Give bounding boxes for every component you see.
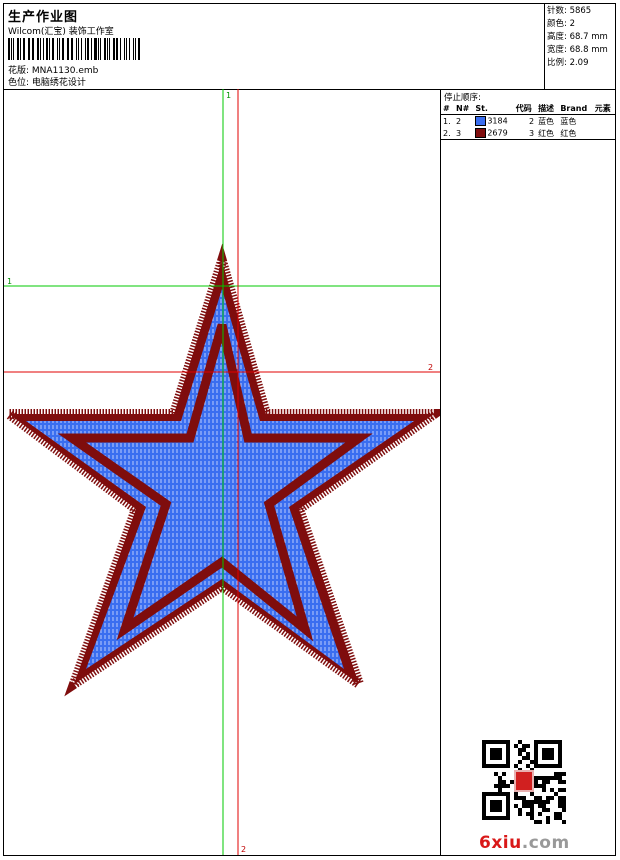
barcode-bar — [39, 38, 41, 60]
sheet-title: 生产作业图 — [8, 10, 79, 25]
barcode-bar — [113, 38, 115, 60]
barcode-bar — [13, 38, 14, 60]
col-code: 代码 — [513, 102, 537, 115]
col-index: # — [441, 102, 454, 115]
barcode — [8, 38, 143, 60]
row-description: 红色 — [536, 127, 559, 140]
barcode-bar — [32, 38, 34, 60]
barcode-bar — [76, 38, 77, 60]
col-stitches: St. — [473, 102, 514, 115]
barcode-bar — [29, 38, 30, 60]
row-index: 1. — [443, 116, 451, 126]
barcode-bar — [85, 38, 86, 60]
barcode-bar — [123, 38, 125, 60]
barcode-bar — [51, 38, 54, 60]
barcode-bar — [62, 38, 64, 60]
stop-sequence-table: # N# St. 代码 描述 Brand 元素 1. 2 3184 2 蓝色 蓝… — [441, 102, 615, 140]
barcode-bar — [104, 38, 106, 60]
qr-code-icon — [482, 740, 566, 824]
barcode-bar — [20, 38, 21, 60]
row-brand: 蓝色 — [560, 116, 577, 126]
col-brand: Brand — [558, 102, 593, 115]
barcode-bar — [119, 38, 121, 60]
design-width: 宽度: 68.8 mm — [547, 45, 608, 55]
barcode-bar — [66, 38, 68, 60]
design-canvas: 1 2 1 2 — [4, 89, 441, 855]
barcode-bar — [27, 38, 29, 60]
barcode-bar — [23, 38, 25, 60]
header-info: 生产作业图 Wilcom(汇宝) 装饰工作室 花版: MNA1130.emb 色… — [4, 4, 545, 89]
guide-label-v1: 1 — [226, 91, 231, 100]
guide-label-v2: 2 — [241, 845, 246, 854]
col-needle: N# — [453, 102, 474, 115]
barcode-bar — [46, 38, 48, 60]
barcode-bar — [42, 38, 44, 60]
row-needle: 2 — [455, 116, 462, 126]
watermark-domain: .com — [521, 833, 570, 853]
row-code: 3 — [513, 127, 537, 140]
barcode-bar — [80, 38, 83, 60]
barcode-bar — [109, 38, 110, 60]
barcode-bar — [135, 38, 136, 60]
stop-table-header: # N# St. 代码 描述 Brand 元素 — [441, 102, 615, 115]
guide-label-h2: 2 — [428, 363, 433, 372]
barcode-bar — [137, 38, 140, 60]
barcode-bar — [128, 38, 130, 60]
barcode-bar — [132, 38, 134, 60]
barcode-bar — [58, 38, 60, 60]
row-stitches: 2679 — [487, 128, 508, 138]
color-swatch — [475, 128, 487, 138]
row-code: 2 — [528, 116, 535, 126]
color-position-label: 色位: — [8, 78, 30, 88]
barcode-bar — [8, 38, 10, 60]
stop-sequence-title: 停止顺序: — [444, 93, 481, 103]
barcode-bar — [10, 38, 12, 60]
barcode-bar — [78, 38, 79, 60]
site-watermark: 6xiu.com — [479, 833, 570, 853]
barcode-bar — [68, 38, 69, 60]
color-position-row: 色位: 电脑绣花设计 — [8, 75, 86, 88]
barcode-bar — [126, 38, 127, 60]
row-stitches: 3184 — [487, 116, 508, 126]
star-embroidery: 1 2 1 2 — [4, 89, 440, 855]
color-position-value: 电脑绣花设计 — [31, 78, 86, 88]
barcode-bar — [90, 38, 92, 60]
barcode-bar — [71, 38, 74, 60]
row-stitches-cell: 2679 — [473, 127, 514, 140]
row-stitches-cell: 3184 — [473, 115, 513, 128]
col-element: 元素 — [592, 102, 615, 115]
row-needle: 3 — [453, 127, 474, 140]
barcode-bar — [115, 38, 118, 60]
design-scale: 比例: 2.09 — [547, 58, 589, 68]
guide-label-h1: 1 — [7, 277, 12, 286]
table-row: 2. 3 2679 3 红色 红色 — [441, 127, 615, 140]
row-element — [592, 127, 615, 140]
col-description: 描述 — [536, 102, 559, 115]
barcode-bar — [56, 38, 58, 60]
stop-sequence-panel: 停止顺序: # N# St. 代码 描述 Brand 元素 1. 2 3184 — [441, 89, 615, 855]
color-count: 颜色: 2 — [547, 19, 575, 29]
watermark-brand: 6xiu — [479, 833, 522, 853]
barcode-bar — [17, 38, 20, 60]
row-index: 2. — [441, 127, 454, 140]
row-description: 蓝色 — [538, 116, 555, 126]
header: 生产作业图 Wilcom(汇宝) 装饰工作室 花版: MNA1130.emb 色… — [4, 4, 615, 90]
barcode-bar — [48, 38, 50, 60]
worksheet-frame: 生产作业图 Wilcom(汇宝) 装饰工作室 花版: MNA1130.emb 色… — [3, 3, 616, 856]
row-element — [593, 115, 615, 128]
row-brand: 红色 — [558, 127, 593, 140]
table-row: 1. 2 3184 2 蓝色 蓝色 — [441, 115, 615, 128]
barcode-bar — [87, 38, 89, 60]
barcode-bar — [100, 38, 101, 60]
barcode-bar — [97, 38, 99, 60]
barcode-bar — [94, 38, 97, 60]
barcode-bar — [36, 38, 39, 60]
company-name: Wilcom(汇宝) 装饰工作室 — [8, 27, 114, 37]
barcode-bar — [106, 38, 108, 60]
design-height: 高度: 68.7 mm — [547, 32, 608, 42]
stats-panel: 针数: 5865 颜色: 2 高度: 68.7 mm 宽度: 68.8 mm 比… — [547, 4, 615, 90]
color-swatch — [475, 116, 487, 126]
stitch-count: 针数: 5865 — [547, 6, 592, 16]
